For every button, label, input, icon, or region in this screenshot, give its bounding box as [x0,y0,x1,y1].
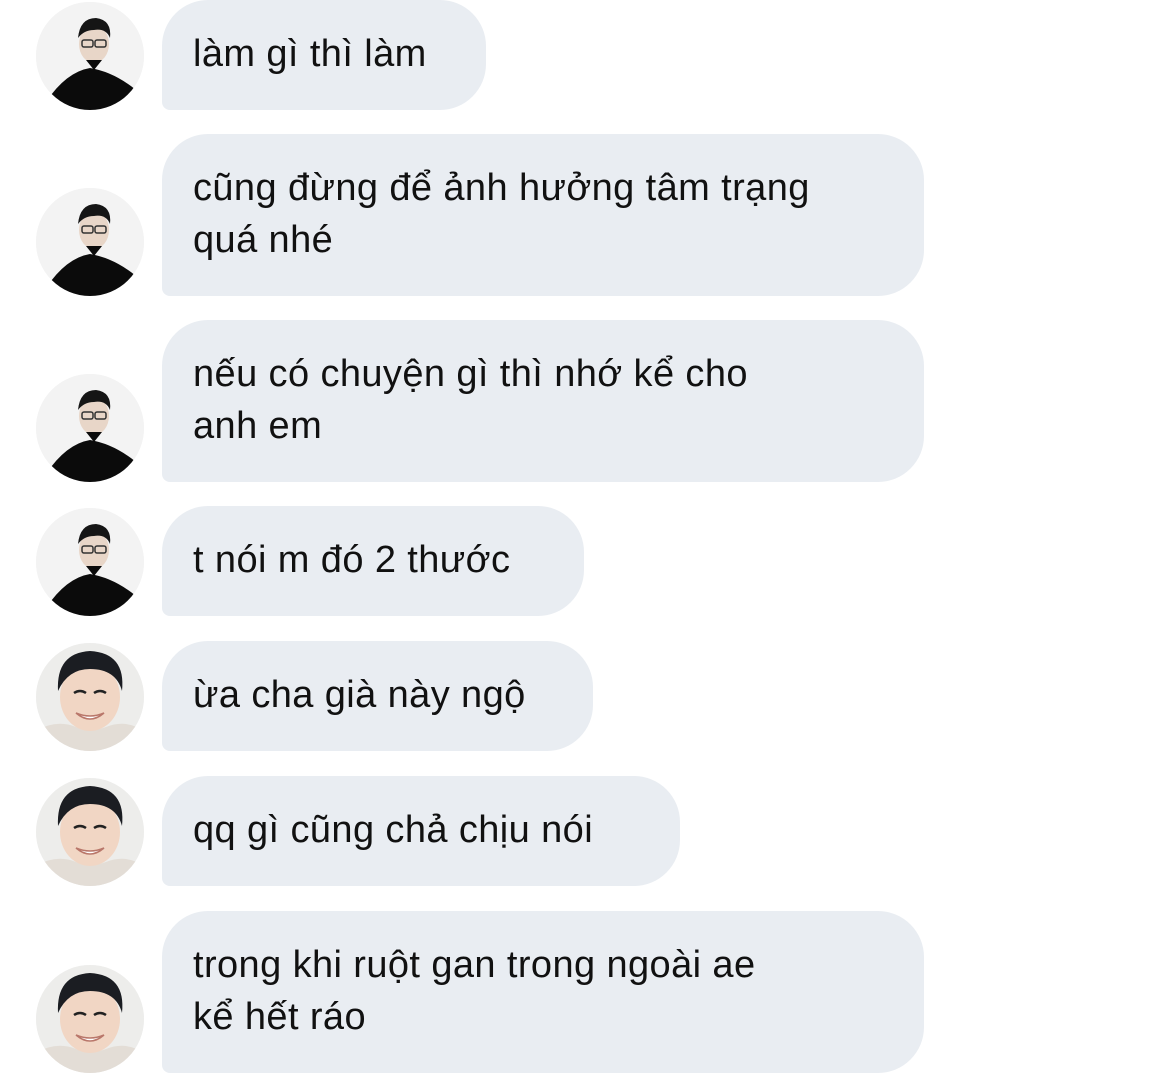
message-bubble[interactable]: t nói m đó 2 thước [162,506,584,616]
avatar-glasses[interactable] [36,508,144,616]
message-text: ừa cha già này ngộ [193,674,526,716]
person-glasses-icon [36,508,144,616]
avatar-smiling[interactable] [36,965,144,1073]
message-row: trong khi ruột gan trong ngoài ae kể hết… [0,911,1170,1073]
avatar-smiling[interactable] [36,778,144,886]
message-bubble[interactable]: trong khi ruột gan trong ngoài ae kể hết… [162,911,924,1073]
message-row: làm gì thì làm [0,0,1170,110]
avatar-glasses[interactable] [36,374,144,482]
message-text: trong khi ruột gan trong ngoài ae kể hết… [193,944,756,1038]
avatar-smiling[interactable] [36,643,144,751]
person-smiling-icon [36,643,144,751]
person-smiling-icon [36,778,144,886]
message-bubble[interactable]: qq gì cũng chả chịu nói [162,776,680,886]
message-bubble[interactable]: cũng đừng để ảnh hưởng tâm trạng quá nhé [162,134,924,296]
person-smiling-icon [36,965,144,1073]
person-glasses-icon [36,188,144,296]
avatar-glasses[interactable] [36,2,144,110]
message-bubble[interactable]: làm gì thì làm [162,0,486,110]
message-row: nếu có chuyện gì thì nhớ kể cho anh em [0,320,1170,482]
message-text: nếu có chuyện gì thì nhớ kể cho anh em [193,353,748,447]
avatar-glasses[interactable] [36,188,144,296]
chat-thread: làm gì thì làm cũng đừng để ảnh hưởng tâ… [0,0,1170,1082]
message-row: qq gì cũng chả chịu nói [0,776,1170,886]
message-text: làm gì thì làm [193,33,427,75]
message-text: qq gì cũng chả chịu nói [193,809,594,851]
message-bubble[interactable]: ừa cha già này ngộ [162,641,593,751]
message-row: t nói m đó 2 thước [0,506,1170,616]
person-glasses-icon [36,2,144,110]
message-bubble[interactable]: nếu có chuyện gì thì nhớ kể cho anh em [162,320,924,482]
message-row: ừa cha già này ngộ [0,641,1170,751]
message-text: cũng đừng để ảnh hưởng tâm trạng quá nhé [193,167,810,261]
person-glasses-icon [36,374,144,482]
message-text: t nói m đó 2 thước [193,539,511,581]
message-row: cũng đừng để ảnh hưởng tâm trạng quá nhé [0,134,1170,296]
